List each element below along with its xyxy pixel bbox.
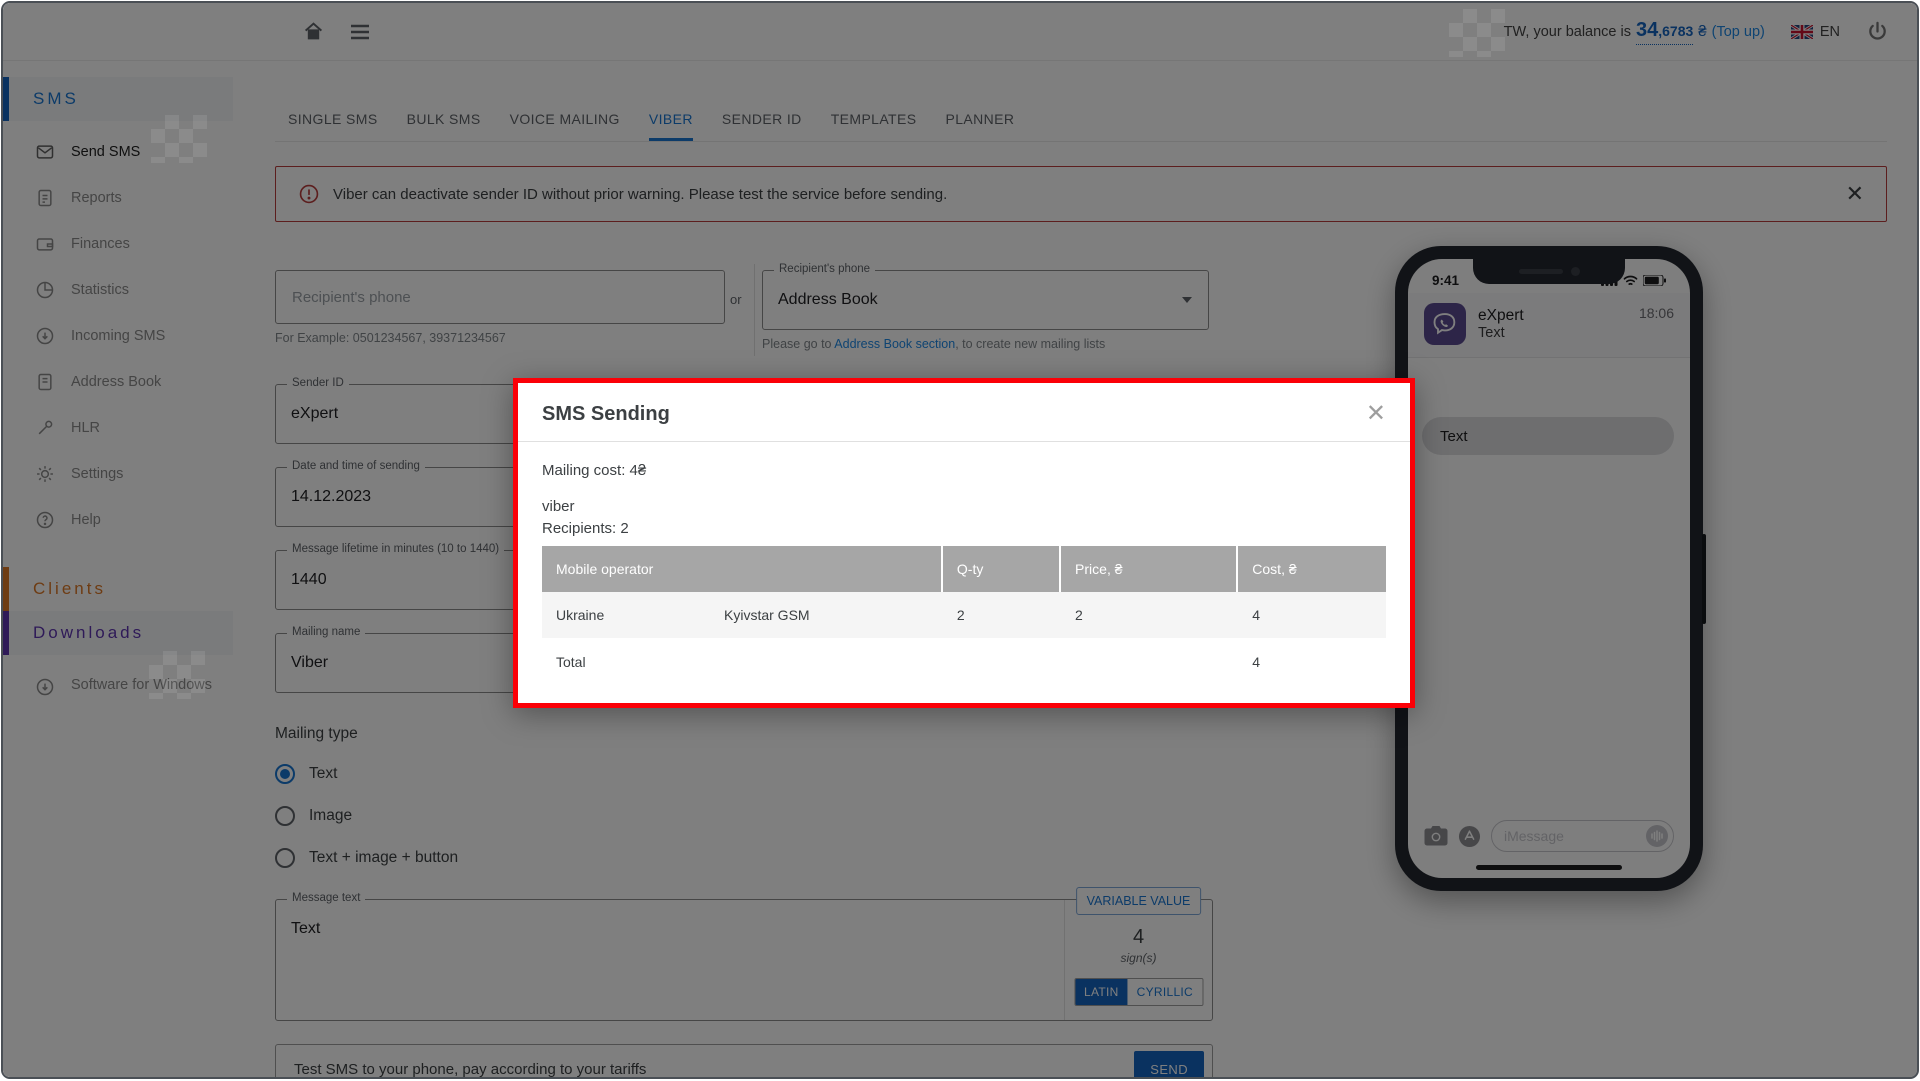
modal-header: SMS Sending ✕ [518,383,1410,441]
browser-window: TW, your balance is 34,6783 ₴ (Top up) E… [1,1,1919,1079]
total-label-cell: Total [542,640,943,684]
column-header: Mobile operator [542,546,943,592]
cost-table-header: Mobile operator Q-ty Price, ₴ Cost, ₴ [542,546,1386,592]
column-header: Cost, ₴ [1238,546,1386,592]
mailing-cost: Mailing cost: 4₴ [542,462,1386,479]
operator-cell: Kyivstar GSM [724,607,810,623]
modal-close-icon[interactable]: ✕ [1366,402,1386,426]
total-price-cell [1061,640,1238,684]
channel-name: viber [542,498,1386,515]
table-row: Ukraine Kyivstar GSM 2 2 4 [542,592,1386,638]
recipients-count: Recipients: 2 [542,520,1386,537]
total-cost-cell: 4 [1238,640,1386,684]
modal-body: Mailing cost: 4₴ viber Recipients: 2 Mob… [518,442,1410,684]
qty-cell: 2 [943,592,1061,638]
cost-cell: 4 [1238,592,1386,638]
total-qty-cell [943,640,1061,684]
table-total-row: Total 4 [542,638,1386,684]
price-cell: 2 [1061,592,1238,638]
sms-sending-modal: SMS Sending ✕ Mailing cost: 4₴ viber Rec… [513,378,1415,708]
country-cell: Ukraine [556,607,724,623]
column-header: Q-ty [943,546,1061,592]
modal-title: SMS Sending [542,403,670,426]
cost-table: Mobile operator Q-ty Price, ₴ Cost, ₴ Uk… [542,546,1386,684]
column-header: Price, ₴ [1061,546,1238,592]
